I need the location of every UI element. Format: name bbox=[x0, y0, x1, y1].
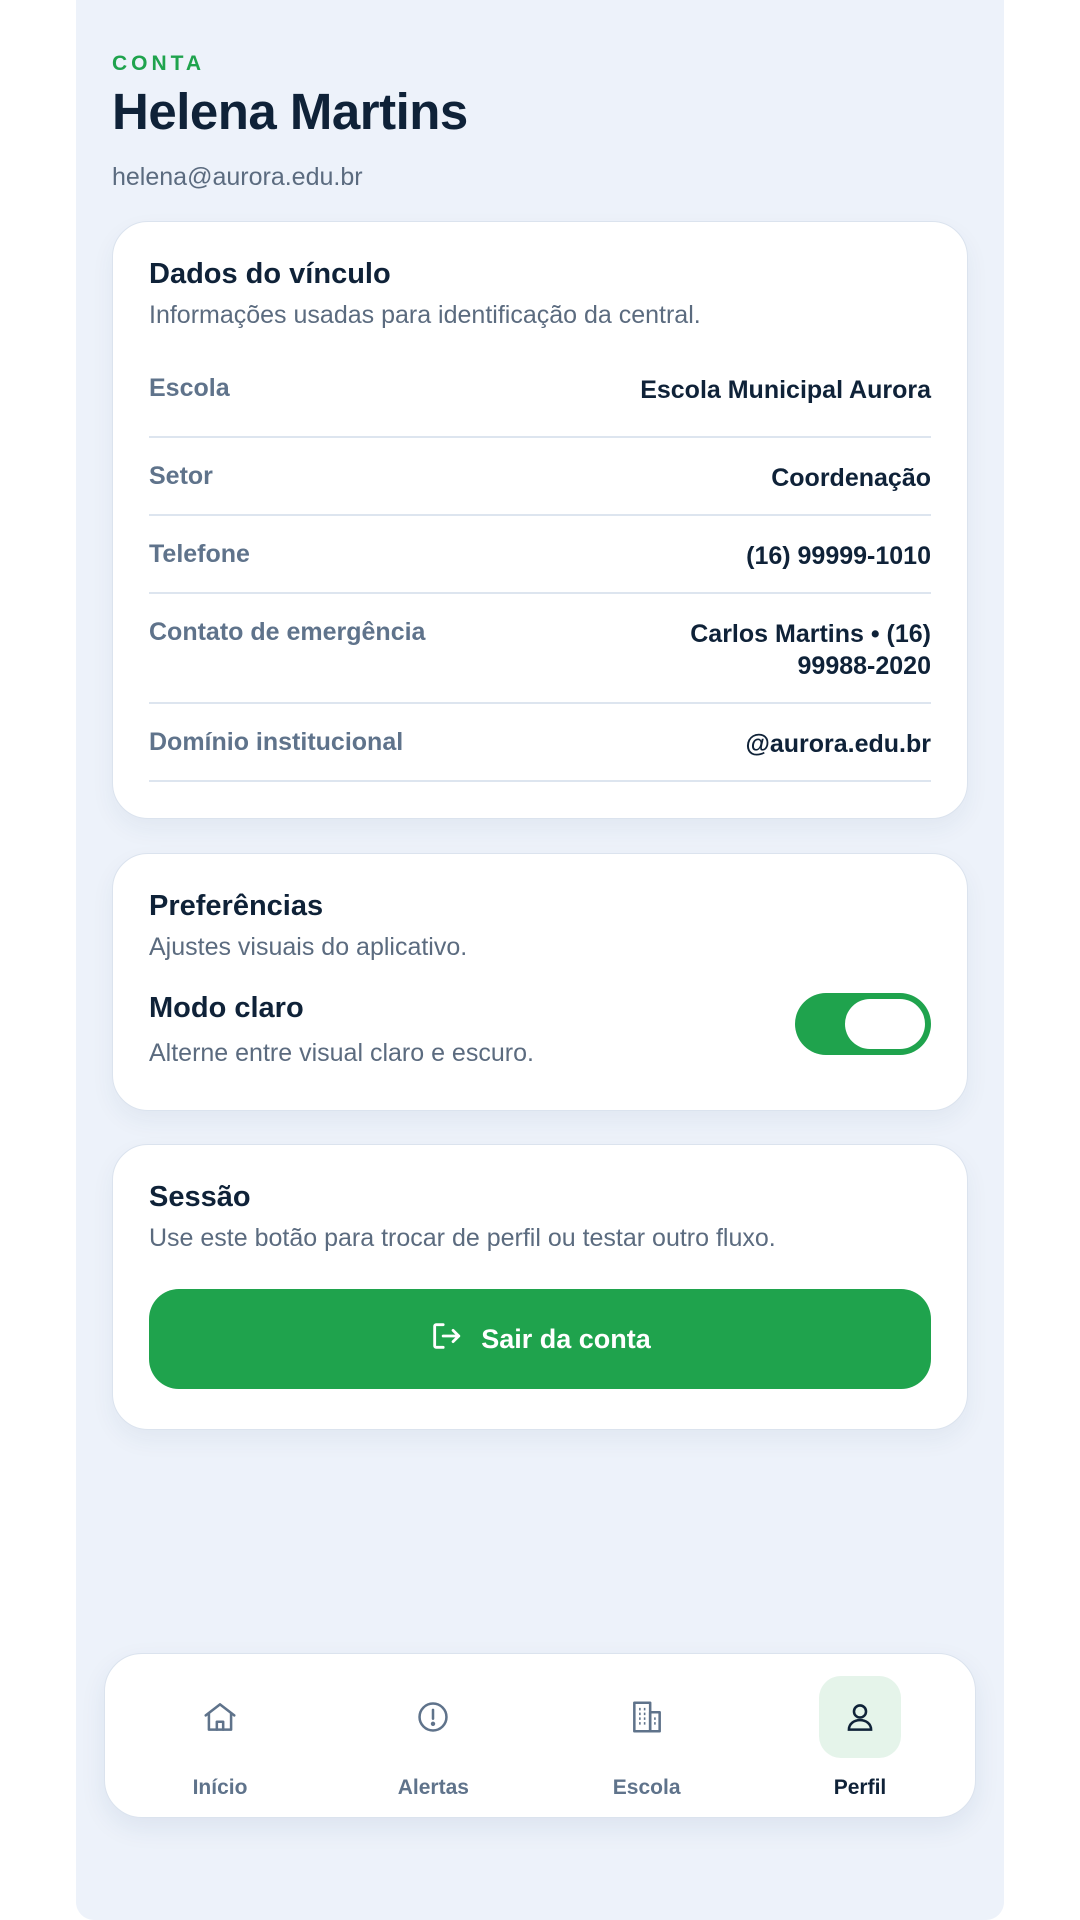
logout-icon bbox=[429, 1319, 463, 1360]
tab-label: Perfil bbox=[833, 1776, 887, 1799]
tab-label: Alertas bbox=[397, 1776, 469, 1799]
tab-escola[interactable]: Escola bbox=[592, 1654, 702, 1817]
row-value: (16) 99999-1010 bbox=[746, 542, 931, 570]
logout-label: Sair da conta bbox=[481, 1323, 651, 1354]
light-mode-title: Modo claro bbox=[149, 992, 304, 1024]
row-dominio: Domínio institucional @aurora.edu.br bbox=[149, 704, 931, 782]
building-icon bbox=[606, 1676, 688, 1758]
vinculo-rows: Escola Escola Municipal Aurora Setor Coo… bbox=[149, 360, 931, 782]
account-header: CONTA Helena Martins helena@aurora.edu.b… bbox=[112, 52, 968, 192]
preferencias-subtitle: Ajustes visuais do aplicativo. bbox=[149, 933, 468, 961]
row-label: Escola bbox=[149, 374, 230, 402]
row-telefone: Telefone (16) 99999-1010 bbox=[149, 516, 931, 594]
tab-inicio[interactable]: Início bbox=[165, 1654, 275, 1817]
user-name: Helena Martins bbox=[112, 83, 468, 140]
light-mode-text: Modo claro Alterne entre visual claro e … bbox=[149, 992, 534, 1068]
preferencias-title: Preferências bbox=[149, 890, 324, 922]
tab-label: Início bbox=[192, 1776, 248, 1799]
preferencias-card: Preferências Ajustes visuais do aplicati… bbox=[112, 853, 968, 1111]
bottom-tab-bar: Início Alertas Escola Perfil bbox=[104, 1653, 976, 1818]
row-value: Carlos Martins • (16) 99988-2020 bbox=[690, 620, 931, 680]
row-value: Escola Municipal Aurora bbox=[640, 376, 931, 404]
tab-alertas[interactable]: Alertas bbox=[378, 1654, 488, 1817]
user-icon bbox=[818, 1676, 901, 1758]
light-mode-toggle[interactable] bbox=[795, 993, 931, 1055]
toggle-knob bbox=[845, 999, 925, 1049]
row-label: Domínio institucional bbox=[149, 728, 404, 756]
vinculo-card: Dados do vínculo Informações usadas para… bbox=[112, 221, 968, 819]
row-label: Contato de emergência bbox=[149, 618, 426, 646]
home-icon bbox=[179, 1676, 261, 1758]
row-label: Setor bbox=[149, 462, 213, 490]
row-escola: Escola Escola Municipal Aurora bbox=[149, 360, 931, 438]
row-value: @aurora.edu.br bbox=[745, 730, 931, 758]
vinculo-subtitle: Informações usadas para identificação da… bbox=[149, 301, 701, 329]
tab-perfil[interactable]: Perfil bbox=[805, 1654, 915, 1817]
logout-button[interactable]: Sair da conta bbox=[149, 1289, 931, 1389]
alert-circle-icon bbox=[392, 1676, 474, 1758]
row-setor: Setor Coordenação bbox=[149, 438, 931, 516]
vinculo-title: Dados do vínculo bbox=[149, 258, 391, 290]
user-email: helena@aurora.edu.br bbox=[112, 163, 363, 191]
light-mode-setting: Modo claro Alterne entre visual claro e … bbox=[149, 992, 931, 1068]
row-contato-emergencia: Contato de emergência Carlos Martins • (… bbox=[149, 594, 931, 704]
sessao-card: Sessão Use este botão para trocar de per… bbox=[112, 1144, 968, 1430]
sessao-subtitle: Use este botão para trocar de perfil ou … bbox=[149, 1224, 776, 1252]
profile-screen: CONTA Helena Martins helena@aurora.edu.b… bbox=[76, 0, 1004, 1920]
row-value: Coordenação bbox=[771, 464, 931, 492]
light-mode-subtitle: Alterne entre visual claro e escuro. bbox=[149, 1039, 534, 1067]
sessao-title: Sessão bbox=[149, 1181, 251, 1213]
tab-label: Escola bbox=[612, 1776, 681, 1799]
section-eyebrow: CONTA bbox=[112, 52, 206, 75]
row-label: Telefone bbox=[149, 540, 250, 568]
